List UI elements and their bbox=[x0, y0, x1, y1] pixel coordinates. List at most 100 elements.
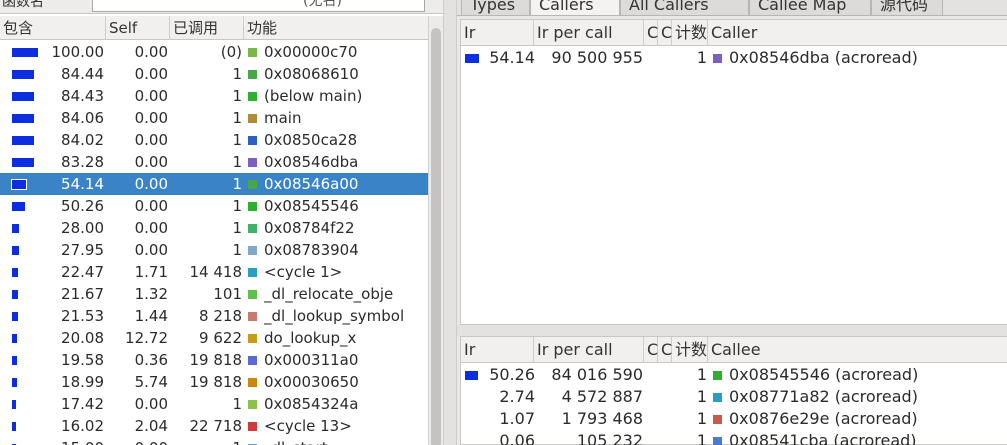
ir-value: 0.06 bbox=[499, 431, 535, 445]
ir-value: 54.14 bbox=[489, 48, 535, 67]
ir-per-call-value: 84 016 590 bbox=[551, 365, 643, 384]
column-self[interactable]: Self bbox=[106, 16, 170, 40]
function-color-swatch bbox=[248, 48, 257, 57]
function-row[interactable]: 54.14 0.00 1 0x08546a00 bbox=[0, 173, 428, 195]
inclusive-cost: 19.58 bbox=[61, 351, 104, 369]
function-row[interactable]: 100.00 0.00 (0) 0x00000c70 bbox=[0, 41, 428, 63]
function-color-swatch bbox=[713, 371, 722, 380]
column-count[interactable]: 计数 bbox=[672, 20, 708, 46]
grouping-value: (无名) bbox=[303, 0, 342, 9]
column-inclusive[interactable]: 包含 bbox=[0, 16, 106, 40]
self-cost: 12.72 bbox=[125, 329, 168, 347]
function-row[interactable]: 18.99 5.74 19 818 0x00030650 bbox=[0, 371, 428, 393]
function-row[interactable]: 84.44 0.00 1 0x08068610 bbox=[0, 63, 428, 85]
tab-callers[interactable]: Callers bbox=[530, 0, 620, 15]
tab-callee-map[interactable]: Callee Map bbox=[749, 0, 871, 15]
function-name: 0x08783904 bbox=[264, 241, 359, 259]
pane-splitter[interactable] bbox=[457, 325, 1007, 336]
column-ir-per-call[interactable]: Ir per call bbox=[534, 337, 644, 363]
function-row[interactable]: 16.02 2.04 22 718 <cycle 13> bbox=[0, 415, 428, 437]
function-row[interactable]: 21.53 1.44 8 218 _dl_lookup_symbol bbox=[0, 305, 428, 327]
callee-row[interactable]: 0.06 105 232 1 0x08541cba (acroread) bbox=[461, 430, 1007, 445]
call-count: 22 718 bbox=[189, 417, 243, 435]
function-row[interactable]: 22.47 1.71 14 418 <cycle 1> bbox=[0, 261, 428, 283]
inclusive-cost: 15.00 bbox=[14, 437, 104, 445]
inclusive-cost: 21.67 bbox=[61, 285, 104, 303]
callee-row[interactable]: 1.07 1 793 468 1 0x0876e29e (acroread) bbox=[461, 408, 1007, 430]
function-color-swatch bbox=[248, 356, 257, 365]
column-ir[interactable]: Ir bbox=[461, 20, 534, 46]
vertical-scrollbar[interactable] bbox=[428, 16, 443, 445]
search-input[interactable]: (无名) bbox=[92, 0, 425, 12]
tab-all-callers[interactable]: All Callers bbox=[620, 0, 749, 15]
function-name: <cycle 1> bbox=[264, 263, 343, 281]
count-value: 1 bbox=[696, 387, 707, 406]
scrollbar-thumb[interactable] bbox=[431, 28, 441, 445]
call-count: 101 bbox=[213, 285, 242, 303]
tab-source-code[interactable]: 源代码 bbox=[871, 0, 943, 15]
call-count: 19 818 bbox=[189, 373, 243, 391]
column-ir[interactable]: Ir bbox=[461, 337, 534, 363]
ir-per-call-value: 4 572 887 bbox=[561, 387, 643, 406]
function-row[interactable]: 28.00 0.00 1 0x08784f22 bbox=[0, 217, 428, 239]
inclusive-cost: 22.47 bbox=[61, 263, 104, 281]
column-caller[interactable]: Caller bbox=[708, 20, 1007, 46]
tab-label: 源代码 bbox=[880, 0, 929, 14]
column-c2[interactable]: C bbox=[658, 337, 672, 363]
column-ir-per-call[interactable]: Ir per call bbox=[534, 20, 644, 46]
inclusive-cost: 50.26 bbox=[61, 197, 104, 215]
inclusive-cost: 83.28 bbox=[61, 153, 104, 171]
function-row[interactable]: 17.42 0.00 1 0x0854324a bbox=[0, 393, 428, 415]
call-count: 1 bbox=[232, 153, 242, 171]
self-cost: 0.00 bbox=[134, 197, 168, 215]
column-c1[interactable]: C bbox=[644, 20, 658, 46]
count-value: 1 bbox=[696, 48, 707, 67]
function-row[interactable]: 84.02 0.00 1 0x0850ca28 bbox=[0, 129, 428, 151]
function-row[interactable]: 84.43 0.00 1 (below main) bbox=[0, 85, 428, 107]
inclusive-cost: 17.42 bbox=[61, 395, 104, 413]
function-color-swatch bbox=[248, 180, 257, 189]
function-row[interactable]: 84.06 0.00 1 main bbox=[0, 107, 428, 129]
caller-row[interactable]: 54.14 90 500 955 1 0x08546dba (acroread) bbox=[461, 47, 1007, 69]
function-color-swatch bbox=[248, 400, 257, 409]
function-name: 0x08541cba (acroread) bbox=[729, 431, 917, 445]
function-row[interactable]: 19.58 0.36 19 818 0x000311a0 bbox=[0, 349, 428, 371]
search-label: 函数名 bbox=[2, 0, 44, 10]
function-color-swatch bbox=[248, 334, 257, 343]
panel-splitter[interactable] bbox=[443, 0, 457, 445]
function-name: 0x08546dba (acroread) bbox=[729, 48, 918, 67]
column-function[interactable]: 功能 bbox=[244, 16, 428, 40]
column-count[interactable]: 计数 bbox=[672, 337, 708, 363]
self-cost: 0.00 bbox=[134, 153, 168, 171]
function-name: 0x08545546 (acroread) bbox=[729, 365, 919, 384]
function-name: main bbox=[264, 109, 302, 127]
self-cost: 0.00 bbox=[134, 109, 168, 127]
tab-bar: Types Callers All Callers Callee Map 源代码 bbox=[457, 0, 1007, 16]
self-cost: 0.00 bbox=[134, 65, 168, 83]
column-callee[interactable]: Callee bbox=[708, 337, 1007, 363]
function-list: 100.00 0.00 (0) 0x00000c70 84.44 0.00 1 0x08068… bbox=[0, 41, 428, 445]
function-name: 0x08546a00 bbox=[264, 175, 359, 193]
self-cost: 0.00 bbox=[134, 219, 168, 237]
column-called[interactable]: 已调用 bbox=[170, 16, 244, 40]
flat-profile-header: 包含 Self 已调用 功能 bbox=[0, 16, 428, 40]
function-row[interactable]: 15.000.001 _dl_start bbox=[0, 437, 428, 445]
function-color-swatch bbox=[248, 312, 257, 321]
function-row[interactable]: 27.95 0.00 1 0x08783904 bbox=[0, 239, 428, 261]
tab-types[interactable]: Types bbox=[461, 0, 530, 15]
function-row[interactable]: 20.08 12.72 9 622 do_lookup_x bbox=[0, 327, 428, 349]
callee-row[interactable]: 50.26 84 016 590 1 0x08545546 (acroread) bbox=[461, 364, 1007, 386]
column-c2[interactable]: C bbox=[658, 20, 672, 46]
function-name: 0x08784f22 bbox=[264, 219, 355, 237]
function-row[interactable]: 21.67 1.32 101 _dl_relocate_obje bbox=[0, 283, 428, 305]
function-row[interactable]: 50.26 0.00 1 0x08545546 bbox=[0, 195, 428, 217]
tab-label: All Callers bbox=[629, 0, 709, 14]
tab-label: Types bbox=[470, 0, 516, 14]
self-cost: 1.44 bbox=[134, 307, 168, 325]
self-cost: 0.36 bbox=[134, 351, 168, 369]
column-c1[interactable]: C bbox=[644, 337, 658, 363]
callee-row[interactable]: 2.74 4 572 887 1 0x08771a82 (acroread) bbox=[461, 386, 1007, 408]
call-count: 14 418 bbox=[189, 263, 243, 281]
function-row[interactable]: 83.28 0.00 1 0x08546dba bbox=[0, 151, 428, 173]
call-count: 1 bbox=[232, 241, 242, 259]
